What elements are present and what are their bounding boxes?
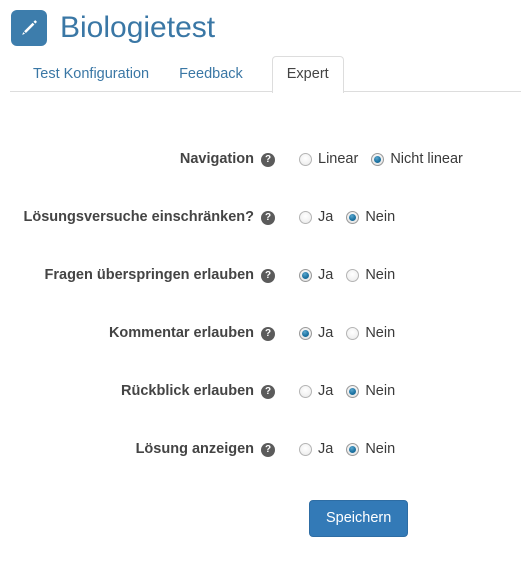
radio-label: Ja [318, 209, 334, 225]
help-icon-kommentar[interactable]: ? [261, 327, 275, 341]
radio-loesungsversuche-nein[interactable]: Nein [346, 209, 395, 225]
save-button[interactable]: Speichern [309, 500, 409, 537]
radio-label: Nein [365, 383, 396, 399]
help-icon-loesungsversuche[interactable]: ? [261, 211, 275, 225]
form-row-kommentar: Kommentar erlauben ? Ja Nein [0, 304, 531, 362]
radio-label: Nein [365, 325, 396, 341]
tab-expert[interactable]: Expert [271, 56, 344, 93]
actions-spacer [0, 500, 309, 537]
help-icon-loesung-anzeigen[interactable]: ? [261, 443, 275, 457]
radio-label: Linear [318, 151, 359, 167]
radio-mark-icon[interactable] [299, 152, 312, 166]
form-row-loesungsversuche: Lösungsversuche einschränken? ? Ja Nein [0, 188, 531, 246]
radio-mark-icon[interactable] [299, 384, 312, 398]
form-row-rueckblick: Rückblick erlauben ? Ja Nein [0, 362, 531, 420]
radio-mark-icon[interactable] [346, 442, 360, 456]
help-icon-navigation[interactable]: ? [261, 153, 275, 167]
radio-mark-icon[interactable] [346, 384, 360, 398]
radio-label: Nein [365, 209, 396, 225]
radio-mark-icon[interactable] [346, 268, 360, 282]
radio-group-navigation: Linear Nicht linear [275, 151, 463, 167]
radio-label: Ja [318, 441, 334, 457]
radio-loesung-anzeigen-ja[interactable]: Ja [299, 441, 333, 457]
help-icon-rueckblick[interactable]: ? [261, 385, 275, 399]
label-navigation-text: Navigation [179, 151, 254, 167]
tab-feedback[interactable]: Feedback [164, 56, 258, 92]
radio-rueckblick-ja[interactable]: Ja [299, 383, 333, 399]
form-row-fragen-ueberspringen: Fragen überspringen erlauben ? Ja Nein [0, 246, 531, 304]
radio-label: Nein [365, 441, 396, 457]
radio-label: Nein [365, 267, 396, 283]
label-loesung-anzeigen: Lösung anzeigen ? [0, 441, 275, 457]
form-actions: Speichern [0, 478, 531, 537]
page-header: Biologietest [0, 0, 531, 46]
radio-kommentar-ja[interactable]: Ja [299, 325, 333, 341]
radio-mark-icon[interactable] [299, 210, 312, 224]
radio-group-rueckblick: Ja Nein [275, 383, 395, 399]
label-loesungsversuche-text: Lösungsversuche einschränken? [23, 209, 254, 225]
radio-kommentar-nein[interactable]: Nein [346, 325, 395, 341]
label-loesung-anzeigen-text: Lösung anzeigen [135, 441, 254, 457]
radio-mark-icon[interactable] [346, 326, 360, 340]
form-row-loesung-anzeigen: Lösung anzeigen ? Ja Nein [0, 420, 531, 478]
radio-label: Nicht linear [390, 151, 463, 167]
label-kommentar-text: Kommentar erlauben [108, 325, 254, 341]
radio-fragen-ueberspringen-ja[interactable]: Ja [299, 267, 333, 283]
label-fragen-ueberspringen-text: Fragen überspringen erlauben [44, 267, 255, 283]
radio-mark-icon[interactable] [371, 152, 385, 166]
radio-mark-icon[interactable] [346, 210, 360, 224]
radio-label: Ja [318, 267, 334, 283]
label-navigation: Navigation ? [0, 151, 275, 167]
radio-group-fragen-ueberspringen: Ja Nein [275, 267, 395, 283]
radio-group-loesung-anzeigen: Ja Nein [275, 441, 395, 457]
radio-loesung-anzeigen-nein[interactable]: Nein [346, 441, 395, 457]
radio-rueckblick-nein[interactable]: Nein [346, 383, 395, 399]
label-loesungsversuche: Lösungsversuche einschränken? ? [0, 209, 275, 225]
radio-mark-icon[interactable] [299, 326, 312, 340]
radio-loesungsversuche-ja[interactable]: Ja [299, 209, 333, 225]
radio-label: Ja [318, 325, 334, 341]
label-kommentar: Kommentar erlauben ? [0, 325, 275, 341]
label-fragen-ueberspringen: Fragen überspringen erlauben ? [0, 267, 275, 283]
radio-navigation-linear[interactable]: Linear [299, 151, 358, 167]
radio-group-loesungsversuche: Ja Nein [275, 209, 395, 225]
label-rueckblick: Rückblick erlauben ? [0, 383, 275, 399]
label-rueckblick-text: Rückblick erlauben [121, 383, 254, 399]
page-title: Biologietest [60, 11, 216, 44]
pencil-icon [11, 10, 47, 46]
radio-label: Ja [318, 383, 334, 399]
radio-group-kommentar: Ja Nein [275, 325, 395, 341]
radio-fragen-ueberspringen-nein[interactable]: Nein [346, 267, 395, 283]
radio-mark-icon[interactable] [299, 268, 312, 282]
radio-mark-icon[interactable] [299, 442, 312, 456]
form-row-navigation: Navigation ? Linear Nicht linear [0, 130, 531, 188]
help-icon-fragen-ueberspringen[interactable]: ? [261, 269, 275, 283]
radio-navigation-nicht-linear[interactable]: Nicht linear [371, 151, 463, 167]
expert-settings-form: Navigation ? Linear Nicht linear Lösungs… [0, 92, 531, 537]
tab-test-konfiguration[interactable]: Test Konfiguration [18, 56, 164, 92]
tab-bar: Test Konfiguration Feedback Expert [0, 56, 531, 93]
